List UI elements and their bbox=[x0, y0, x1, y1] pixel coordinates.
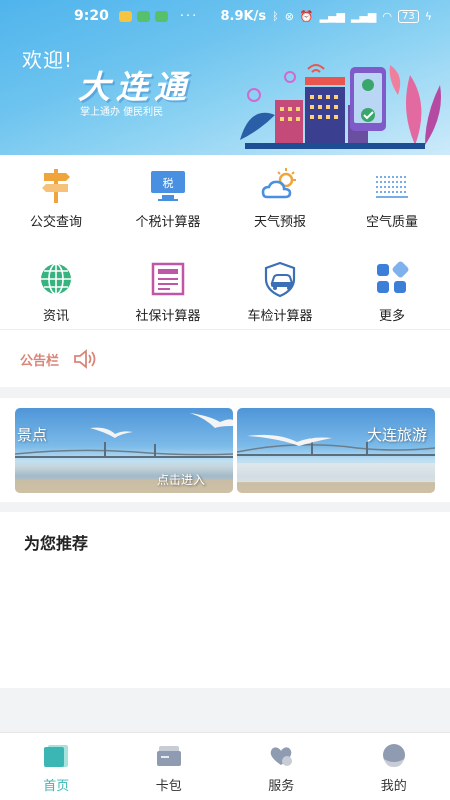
globe-icon bbox=[41, 263, 71, 295]
app-notification-icon bbox=[136, 10, 150, 22]
tab-home[interactable]: 首页 bbox=[0, 733, 113, 800]
service-label: 空气质量 bbox=[365, 215, 418, 230]
service-label: 个税计算器 bbox=[135, 215, 201, 230]
message-notification-icon bbox=[118, 10, 132, 22]
tab-services[interactable]: 服务 bbox=[225, 733, 338, 800]
battery-indicator: 73 bbox=[398, 9, 419, 23]
recommend-title: 为您推荐 bbox=[24, 534, 89, 553]
signal-icon: ▂▄▆ bbox=[351, 9, 377, 23]
bluetooth-icon: ᛒ bbox=[272, 9, 279, 23]
heart-hand-icon bbox=[270, 747, 293, 766]
welcome-text: 欢迎! bbox=[22, 48, 74, 72]
service-air-quality[interactable]: 空气质量 bbox=[336, 157, 448, 237]
home-icon bbox=[44, 745, 69, 767]
service-grid: 公交查询 税 个税计算器 天气预报 空气质量 资讯 社保计算器 车检计算器 更多 bbox=[0, 155, 450, 330]
scenic-row: 景点 点击进入 大连旅游 bbox=[0, 398, 450, 502]
tab-profile[interactable]: 我的 bbox=[338, 733, 450, 800]
service-more[interactable]: 更多 bbox=[336, 251, 448, 331]
tab-label: 卡包 bbox=[155, 779, 182, 794]
scenic-card-title: 景点 bbox=[17, 426, 48, 444]
tab-label: 我的 bbox=[380, 779, 407, 794]
tab-label: 首页 bbox=[43, 779, 70, 794]
service-social-security[interactable]: 社保计算器 bbox=[112, 251, 224, 331]
dalian-tourism-card[interactable]: 大连旅游 bbox=[237, 408, 435, 493]
service-label: 更多 bbox=[378, 309, 405, 324]
social-security-icon bbox=[151, 262, 185, 296]
charging-icon: ϟ bbox=[424, 9, 432, 23]
service-news[interactable]: 资讯 bbox=[0, 251, 112, 331]
air-quality-icon bbox=[376, 176, 408, 198]
service-label: 车检计算器 bbox=[247, 309, 313, 324]
section-divider bbox=[0, 502, 450, 512]
tab-label: 服务 bbox=[268, 779, 295, 794]
tax-monitor-icon: 税 bbox=[151, 171, 185, 201]
notice-bar[interactable]: 公告栏 bbox=[0, 331, 450, 387]
notice-label: 公告栏 bbox=[20, 353, 60, 369]
more-grid-icon bbox=[377, 261, 409, 293]
app-title: 大连通 bbox=[78, 68, 193, 106]
service-tax-calculator[interactable]: 税 个税计算器 bbox=[112, 157, 224, 237]
scenic-spots-card[interactable]: 景点 点击进入 bbox=[15, 408, 233, 493]
status-notifications bbox=[118, 10, 168, 22]
tab-wallet[interactable]: 卡包 bbox=[113, 733, 226, 800]
more-notifications-icon: ··· bbox=[179, 8, 199, 24]
bus-signpost-icon bbox=[42, 169, 70, 203]
service-label: 资讯 bbox=[42, 309, 69, 324]
alarm-icon: ⏰ bbox=[299, 9, 314, 23]
speaker-icon bbox=[74, 349, 96, 369]
recommend-section: 为您推荐 bbox=[0, 512, 450, 688]
bottom-tab-bar: 首页 卡包 服务 我的 bbox=[0, 732, 450, 800]
status-right: 8.9K/s ᛒ ⊗ ⏰ ▂▄▆ ▂▄▆ ◠ 73 ϟ bbox=[220, 9, 432, 24]
scenic-card-title: 大连旅游 bbox=[367, 426, 428, 444]
network-speed: 8.9K/s bbox=[220, 8, 267, 24]
status-bar: 9:20 ··· 8.9K/s ᛒ ⊗ ⏰ ▂▄▆ ▂▄▆ ◠ 73 ϟ bbox=[0, 0, 450, 32]
section-divider bbox=[0, 387, 450, 398]
service-label: 社保计算器 bbox=[135, 309, 201, 324]
wallet-icon bbox=[156, 746, 181, 766]
service-label: 天气预报 bbox=[253, 215, 306, 230]
service-car-inspection[interactable]: 车检计算器 bbox=[224, 251, 336, 331]
service-bus-query[interactable]: 公交查询 bbox=[0, 157, 112, 237]
service-label: 公交查询 bbox=[29, 215, 82, 230]
bridge-seagull-photo bbox=[237, 434, 435, 493]
enter-link[interactable]: 点击进入 bbox=[157, 471, 205, 488]
svg-text:税: 税 bbox=[163, 176, 174, 190]
car-inspection-icon bbox=[264, 261, 296, 298]
wifi-icon: ◠ bbox=[382, 9, 392, 23]
weather-icon bbox=[261, 168, 296, 199]
city-illustration bbox=[240, 64, 441, 149]
app-slogan: 掌上通办 便民利民 bbox=[80, 107, 164, 118]
signal-icon: ▂▄▆ bbox=[319, 9, 345, 23]
app-notification-icon bbox=[154, 10, 168, 22]
section-divider bbox=[0, 688, 450, 732]
status-time: 9:20 bbox=[74, 8, 109, 24]
service-weather[interactable]: 天气预报 bbox=[224, 157, 336, 237]
top-banner-area: 9:20 ··· 8.9K/s ᛒ ⊗ ⏰ ▂▄▆ ▂▄▆ ◠ 73 ϟ 欢迎!… bbox=[0, 0, 450, 155]
profile-icon bbox=[382, 744, 405, 767]
mute-icon: ⊗ bbox=[284, 9, 294, 23]
